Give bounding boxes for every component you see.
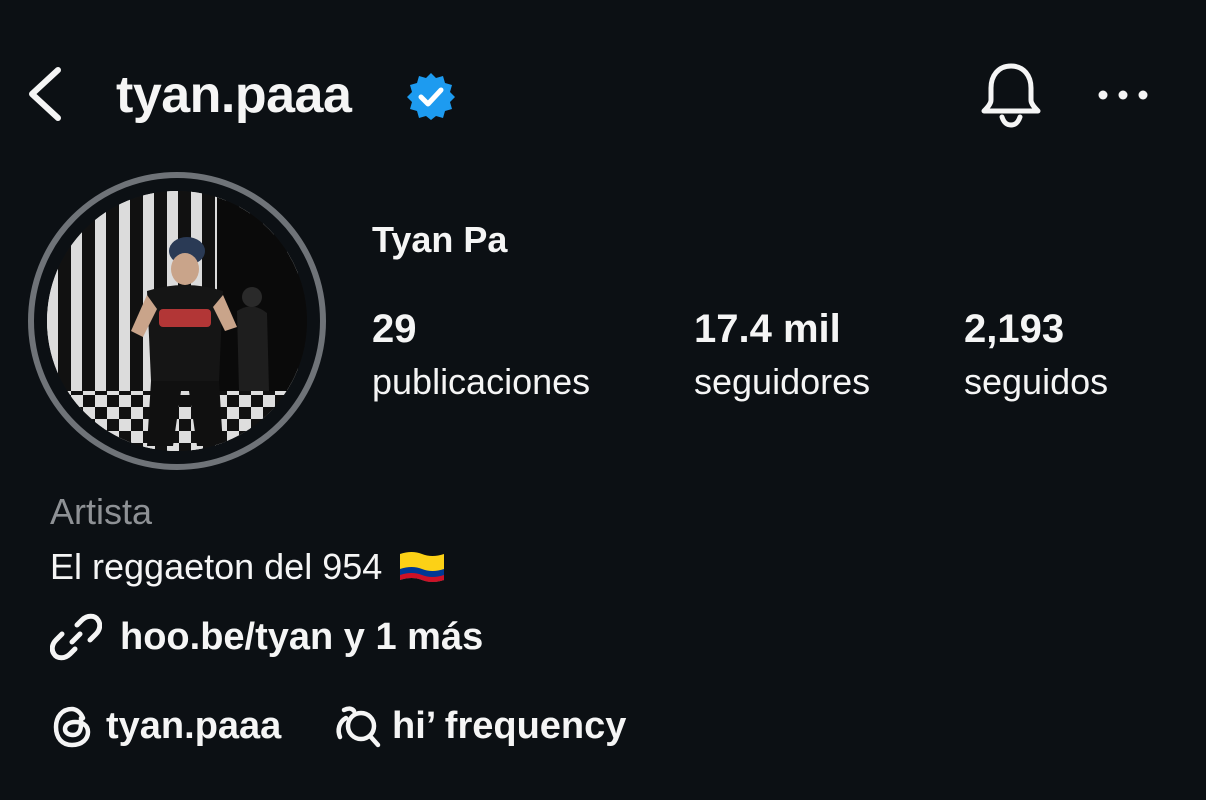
verified-badge-icon xyxy=(406,71,456,121)
music-link[interactable]: hi’ frequency xyxy=(392,703,626,749)
posts-count[interactable]: 29 xyxy=(372,305,417,353)
header-username: tyan.paaa xyxy=(116,66,352,124)
notification-bell-icon xyxy=(981,63,1041,128)
more-options-icon xyxy=(1098,90,1148,100)
following-label[interactable]: seguidos xyxy=(964,360,1108,404)
avatar[interactable] xyxy=(47,191,307,451)
followers-label[interactable]: seguidores xyxy=(694,360,870,404)
following-count[interactable]: 2,193 xyxy=(964,305,1064,353)
more-options-button[interactable] xyxy=(1096,82,1150,108)
back-button[interactable] xyxy=(24,64,68,124)
profile-category: Artista xyxy=(50,491,153,532)
bio-text: El reggaeton del 954 xyxy=(50,546,383,587)
bio: El reggaeton del 954 xyxy=(50,545,446,589)
threads-link[interactable]: tyan.paaa xyxy=(106,703,281,749)
link-icon xyxy=(49,612,103,662)
followers-count[interactable]: 17.4 mil xyxy=(694,305,841,353)
colombia-flag-icon xyxy=(398,550,446,584)
notification-button[interactable] xyxy=(978,60,1044,130)
music-search-icon xyxy=(334,704,384,750)
back-arrow-icon xyxy=(29,67,61,121)
posts-label[interactable]: publicaciones xyxy=(372,360,590,404)
display-name: Tyan Pa xyxy=(372,219,508,260)
threads-icon xyxy=(50,704,96,750)
external-link[interactable]: hoo.be/tyan y 1 más xyxy=(120,614,483,660)
